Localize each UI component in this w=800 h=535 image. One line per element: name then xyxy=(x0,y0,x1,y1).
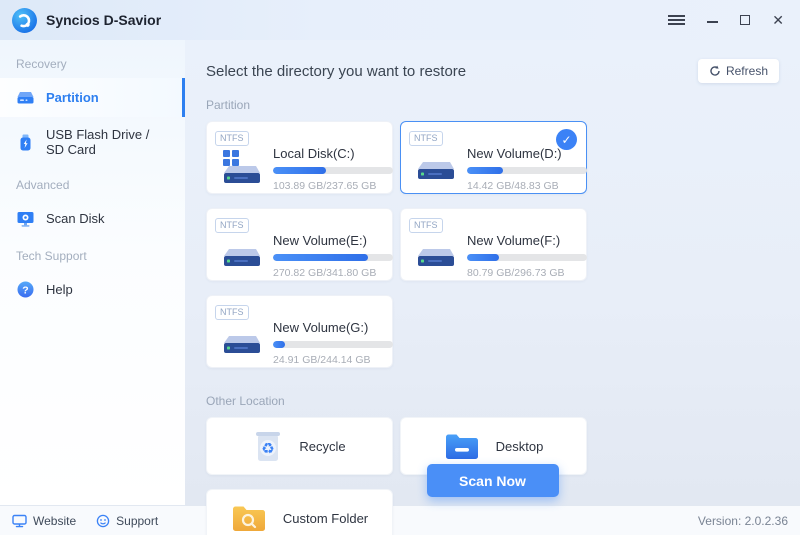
page-title: Select the directory you want to restore xyxy=(206,63,466,80)
refresh-button[interactable]: Refresh xyxy=(698,59,779,83)
sidebar-item-partition[interactable]: Partition xyxy=(0,78,185,117)
partition-card[interactable]: NTFS xyxy=(206,121,393,194)
title-bar: Syncios D-Savior ✕ xyxy=(0,0,800,40)
sidebar-item-help[interactable]: ? Help xyxy=(0,270,185,309)
partition-card[interactable]: NTFS New Volume(F:) xyxy=(400,208,587,281)
disk-icon xyxy=(414,235,456,278)
filesystem-badge: NTFS xyxy=(215,305,249,320)
partition-name: New Volume(E:) xyxy=(273,233,393,248)
partition-name: New Volume(F:) xyxy=(467,233,587,248)
other-location-label: Other Location xyxy=(206,394,779,408)
website-label: Website xyxy=(33,514,76,528)
partition-grid: NTFS xyxy=(206,121,779,368)
capacity-bar xyxy=(467,167,587,174)
partition-size: 24.91 GB/244.14 GB xyxy=(273,354,393,366)
capacity-bar xyxy=(273,167,393,174)
sidebar-item-label: USB Flash Drive / SD Card xyxy=(46,127,169,157)
sidebar-section-tech-support: Tech Support xyxy=(0,238,185,270)
custom-folder-icon xyxy=(231,503,267,533)
partition-card[interactable]: NTFS New Volume(E:) xyxy=(206,208,393,281)
disk-icon xyxy=(220,235,262,278)
filesystem-badge: NTFS xyxy=(409,131,443,146)
refresh-label: Refresh xyxy=(726,64,768,78)
refresh-icon xyxy=(709,65,721,77)
website-link[interactable]: Website xyxy=(12,514,76,528)
selected-check-icon: ✓ xyxy=(556,129,577,150)
disk-icon xyxy=(414,148,456,191)
filesystem-badge: NTFS xyxy=(215,131,249,146)
partition-card-selected[interactable]: NTFS ✓ New Volume(D:) xyxy=(400,121,587,194)
partition-name: New Volume(G:) xyxy=(273,320,393,335)
scan-disk-icon xyxy=(16,209,35,228)
disk-icon xyxy=(220,322,262,365)
partition-card[interactable]: NTFS New Volume(G:) xyxy=(206,295,393,368)
partition-name: Local Disk(C:) xyxy=(273,146,393,161)
capacity-bar xyxy=(273,254,393,261)
window-controls: ✕ xyxy=(668,13,800,27)
sidebar-item-scan-disk[interactable]: Scan Disk xyxy=(0,199,185,238)
sidebar-section-advanced: Advanced xyxy=(0,167,185,199)
svg-text:?: ? xyxy=(22,284,28,296)
recycle-bin-icon: ♻ xyxy=(253,429,283,463)
usb-drive-icon xyxy=(16,133,35,152)
maximize-icon[interactable] xyxy=(740,15,750,25)
scan-now-button[interactable]: Scan Now xyxy=(427,464,559,497)
svg-text:♻: ♻ xyxy=(262,440,275,458)
capacity-bar xyxy=(467,254,587,261)
close-icon[interactable]: ✕ xyxy=(772,13,784,27)
sidebar-item-label: Partition xyxy=(46,90,99,105)
partition-section-label: Partition xyxy=(206,98,779,112)
app-brand: Syncios D-Savior xyxy=(0,8,161,33)
filesystem-badge: NTFS xyxy=(409,218,443,233)
location-card-custom-folder[interactable]: Custom Folder xyxy=(206,489,393,535)
location-label: Desktop xyxy=(496,439,544,454)
sidebar-item-label: Help xyxy=(46,282,73,297)
menu-icon[interactable] xyxy=(668,13,685,27)
support-label: Support xyxy=(116,514,158,528)
filesystem-badge: NTFS xyxy=(215,218,249,233)
capacity-bar xyxy=(273,341,393,348)
partition-disk-icon xyxy=(16,88,35,107)
location-card-recycle[interactable]: ♻ Recycle xyxy=(206,417,393,475)
partition-size: 80.79 GB/296.73 GB xyxy=(467,267,587,279)
location-label: Custom Folder xyxy=(283,511,368,526)
sidebar-section-recovery: Recovery xyxy=(0,46,185,78)
minimize-icon[interactable] xyxy=(707,17,718,23)
app-title: Syncios D-Savior xyxy=(46,12,161,28)
app-logo-icon xyxy=(12,8,37,33)
support-icon xyxy=(96,514,110,528)
website-icon xyxy=(12,514,27,528)
partition-size: 14.42 GB/48.83 GB xyxy=(467,180,587,192)
partition-size: 270.82 GB/341.80 GB xyxy=(273,267,393,279)
location-label: Recycle xyxy=(299,439,345,454)
desktop-folder-icon xyxy=(444,431,480,461)
sidebar-item-usb[interactable]: USB Flash Drive / SD Card xyxy=(0,117,185,167)
main-panel: Select the directory you want to restore… xyxy=(185,40,800,505)
system-disk-icon xyxy=(220,148,262,191)
sidebar: Recovery Partition xyxy=(0,40,185,505)
sidebar-item-label: Scan Disk xyxy=(46,211,105,226)
app-window: Syncios D-Savior ✕ Recovery xyxy=(0,0,800,535)
support-link[interactable]: Support xyxy=(96,514,158,528)
partition-size: 103.89 GB/237.65 GB xyxy=(273,180,393,192)
help-icon: ? xyxy=(16,280,35,299)
